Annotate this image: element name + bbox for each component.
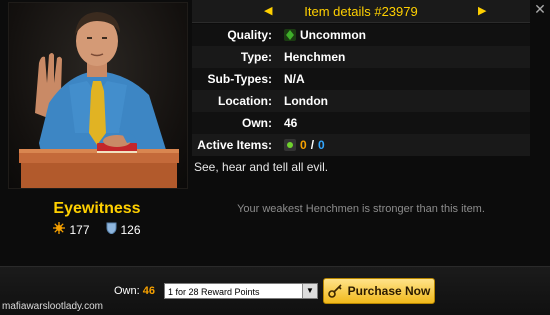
- item-stats: 177 126: [8, 222, 186, 237]
- location-row: Location: London: [192, 90, 530, 112]
- dropdown-arrow-icon[interactable]: ▼: [302, 284, 317, 298]
- uncommon-gem-icon: [284, 29, 296, 41]
- active-indicator-icon: [284, 139, 296, 151]
- active-items-row: Active Items: 0 / 0: [192, 134, 530, 156]
- quality-value: Uncommon: [300, 28, 366, 42]
- defense-value: 126: [120, 222, 141, 237]
- location-label: Location:: [218, 94, 272, 108]
- next-item-arrow-icon[interactable]: ▶: [478, 4, 486, 17]
- active-total-value: 0: [318, 138, 325, 152]
- quality-row: Quality: Uncommon: [192, 24, 530, 46]
- own-label: Own:: [242, 116, 272, 130]
- subtypes-value: N/A: [284, 72, 305, 86]
- purchase-now-button[interactable]: Purchase Now: [323, 278, 435, 304]
- defense-icon: [106, 222, 117, 237]
- own-value: 46: [284, 116, 298, 130]
- item-image: [8, 2, 188, 189]
- close-icon[interactable]: ✕: [532, 2, 548, 18]
- item-name: Eyewitness: [53, 200, 141, 217]
- watermark-text: mafiawarslootlady.com: [2, 301, 103, 312]
- type-value: Henchmen: [284, 50, 346, 64]
- active-separator: /: [310, 138, 315, 152]
- own-row: Own: 46: [192, 112, 530, 134]
- attack-value: 177: [69, 222, 90, 237]
- item-details-header: ◀ Item details #23979 ▶: [192, 0, 530, 23]
- reward-option-select[interactable]: 1 for 28 Reward Points ▼: [164, 283, 318, 299]
- item-details-table: Quality: Uncommon Type: Henchmen Sub-Typ…: [192, 24, 530, 156]
- quality-label: Quality:: [227, 28, 272, 42]
- item-details-title: Item details #23979: [304, 3, 418, 19]
- type-row: Type: Henchmen: [192, 46, 530, 68]
- item-description: See, hear and tell all evil.: [194, 160, 329, 174]
- active-used-value: 0: [300, 138, 307, 152]
- type-label: Type:: [240, 50, 272, 64]
- comparison-note: Your weakest Henchmen is stronger than t…: [237, 203, 485, 215]
- subtypes-row: Sub-Types: N/A: [192, 68, 530, 90]
- purchase-own-label: Own:: [114, 285, 140, 297]
- purchase-own: Own: 46: [114, 285, 155, 297]
- subtypes-label: Sub-Types:: [207, 72, 272, 86]
- purchase-now-label: Purchase Now: [347, 284, 431, 298]
- location-value: London: [284, 94, 328, 108]
- key-icon: [327, 284, 342, 298]
- purchase-own-value: 46: [142, 285, 155, 297]
- previous-item-arrow-icon[interactable]: ◀: [264, 4, 272, 17]
- attack-icon: [53, 222, 66, 237]
- active-items-label: Active Items:: [197, 138, 272, 152]
- reward-option-selected: 1 for 28 Reward Points: [168, 287, 260, 297]
